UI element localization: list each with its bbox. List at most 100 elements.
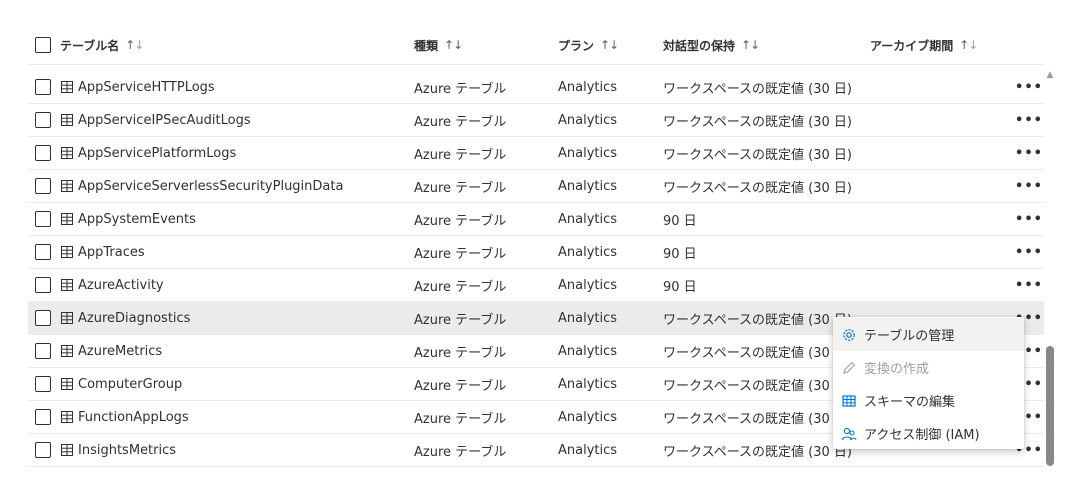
table-name-cell[interactable]: InsightsMetrics xyxy=(61,434,176,466)
row-checkbox-cell[interactable] xyxy=(35,269,51,301)
row-checkbox[interactable] xyxy=(35,310,51,326)
table-row[interactable]: AppTraces Azure テーブル Analytics 90 日 ••• xyxy=(28,236,1044,269)
table-row[interactable]: AppSystemEvents Azure テーブル Analytics 90 日 ••… xyxy=(28,203,1044,236)
more-options-icon[interactable]: ••• xyxy=(1015,269,1042,301)
row-checkbox[interactable] xyxy=(35,244,51,260)
table-icon xyxy=(61,444,73,456)
more-options-icon[interactable]: ••• xyxy=(1015,170,1042,202)
table-name-cell[interactable]: AppServiceHTTPLogs xyxy=(61,71,215,103)
type-cell: Azure テーブル xyxy=(414,147,507,163)
row-checkbox[interactable] xyxy=(35,343,51,359)
retention-cell: ワークスペースの既定値 (30 日) xyxy=(663,345,853,361)
header-type-column[interactable]: 種類 ↑↓ xyxy=(414,26,463,64)
type-cell: Azure テーブル xyxy=(414,312,507,328)
people-icon xyxy=(841,426,857,442)
table-name: AppTraces xyxy=(78,244,145,260)
plan-cell: Analytics xyxy=(558,211,618,227)
sort-icon[interactable]: ↑↓ xyxy=(125,38,144,52)
type-cell: Azure テーブル xyxy=(414,114,507,130)
table-row[interactable]: AzureActivity Azure テーブル Analytics 90 日 ••• xyxy=(28,269,1044,302)
table-icon xyxy=(61,180,73,192)
more-options-icon[interactable]: ••• xyxy=(1015,104,1042,136)
header-archive-column[interactable]: アーカイブ期間 ↑↓ xyxy=(870,26,978,64)
table-name-cell[interactable]: AppServicePlatformLogs xyxy=(61,137,236,169)
table-name-cell[interactable]: AzureActivity xyxy=(61,269,164,301)
table-name-cell[interactable]: AppServiceServerlessSecurityPluginData xyxy=(61,170,343,202)
header-retention-column[interactable]: 対話型の保持 ↑↓ xyxy=(663,26,760,64)
type-cell: Azure テーブル xyxy=(414,378,507,394)
type-cell: Azure テーブル xyxy=(414,411,507,427)
header-plan-column[interactable]: プラン ↑↓ xyxy=(558,26,619,64)
row-checkbox-cell[interactable] xyxy=(35,335,51,367)
row-checkbox-cell[interactable] xyxy=(35,368,51,400)
plan-cell: Analytics xyxy=(558,442,618,458)
table-name: AppServicePlatformLogs xyxy=(78,145,237,161)
sort-icon[interactable]: ↑↓ xyxy=(444,38,463,52)
row-checkbox-cell[interactable] xyxy=(35,203,51,235)
table-row[interactable]: AppServiceHTTPLogs Azure テーブル Analytics ワーク… xyxy=(28,71,1044,104)
menu-item-access-control[interactable]: アクセス制御 (IAM) xyxy=(833,417,1024,450)
menu-item-manage-table[interactable]: テーブルの管理 xyxy=(833,318,1024,351)
vertical-scrollbar[interactable] xyxy=(1046,346,1054,466)
row-checkbox-cell[interactable] xyxy=(35,434,51,466)
table-name: AzureMetrics xyxy=(78,343,163,359)
sort-icon[interactable]: ↑↓ xyxy=(959,38,978,52)
table-row[interactable]: AppServicePlatformLogs Azure テーブル Analytic… xyxy=(28,137,1044,170)
row-checkbox-cell[interactable] xyxy=(35,401,51,433)
row-checkbox[interactable] xyxy=(35,442,51,458)
type-cell: Azure テーブル xyxy=(414,444,507,460)
table-name-cell[interactable]: AppSystemEvents xyxy=(61,203,196,235)
sort-icon[interactable]: ↑↓ xyxy=(600,38,619,52)
table-name-cell[interactable]: ComputerGroup xyxy=(61,368,182,400)
row-checkbox[interactable] xyxy=(35,79,51,95)
retention-cell: ワークスペースの既定値 (30 日) xyxy=(663,444,853,460)
header-retention-label: 対話型の保持 xyxy=(663,38,736,53)
row-checkbox-cell[interactable] xyxy=(35,170,51,202)
row-checkbox[interactable] xyxy=(35,112,51,128)
plan-cell: Analytics xyxy=(558,409,618,425)
table-name-cell[interactable]: AzureDiagnostics xyxy=(61,302,190,334)
retention-cell: 90 日 xyxy=(663,246,697,262)
menu-item-label: スキーマの編集 xyxy=(864,395,956,410)
more-options-icon[interactable]: ••• xyxy=(1015,71,1042,103)
retention-cell: ワークスペースの既定値 (30 日) xyxy=(663,312,853,328)
row-checkbox-cell[interactable] xyxy=(35,302,51,334)
row-checkbox[interactable] xyxy=(35,277,51,293)
row-checkbox[interactable] xyxy=(35,178,51,194)
plan-cell: Analytics xyxy=(558,310,618,326)
row-checkbox[interactable] xyxy=(35,211,51,227)
select-all-checkbox[interactable] xyxy=(35,37,51,53)
table-name-cell[interactable]: FunctionAppLogs xyxy=(61,401,189,433)
row-checkbox[interactable] xyxy=(35,409,51,425)
row-checkbox-cell[interactable] xyxy=(35,104,51,136)
type-cell: Azure テーブル xyxy=(414,279,507,295)
table-name: AppSystemEvents xyxy=(78,211,196,227)
table-name-cell[interactable]: AppTraces xyxy=(61,236,145,268)
type-cell: Azure テーブル xyxy=(414,81,507,97)
table-row[interactable]: AppServiceIPSecAuditLogs Azure テーブル Analyt… xyxy=(28,104,1044,137)
row-checkbox-cell[interactable] xyxy=(35,71,51,103)
gear-icon xyxy=(841,327,857,343)
row-checkbox-cell[interactable] xyxy=(35,236,51,268)
table-icon xyxy=(61,378,73,390)
table-name-cell[interactable]: AppServiceIPSecAuditLogs xyxy=(61,104,251,136)
plan-cell: Analytics xyxy=(558,79,618,95)
more-options-icon[interactable]: ••• xyxy=(1015,236,1042,268)
row-checkbox-cell[interactable] xyxy=(35,137,51,169)
row-checkbox[interactable] xyxy=(35,376,51,392)
table-row[interactable]: AppServiceServerlessSecurityPluginData Az… xyxy=(28,170,1044,203)
scroll-up-arrow-icon[interactable]: ▲ xyxy=(1045,70,1055,80)
more-options-icon[interactable]: ••• xyxy=(1015,203,1042,235)
retention-cell: ワークスペースの既定値 (30 日) xyxy=(663,114,853,130)
plan-cell: Analytics xyxy=(558,343,618,359)
table-name: InsightsMetrics xyxy=(78,442,177,458)
table-name-cell[interactable]: AzureMetrics xyxy=(61,335,162,367)
more-options-icon[interactable]: ••• xyxy=(1015,137,1042,169)
header-name-column[interactable]: テーブル名 ↑↓ xyxy=(35,26,144,64)
menu-item-edit-schema[interactable]: スキーマの編集 xyxy=(833,384,1024,417)
table-icon xyxy=(61,114,73,126)
table-icon xyxy=(61,213,73,225)
row-checkbox[interactable] xyxy=(35,145,51,161)
sort-icon[interactable]: ↑↓ xyxy=(741,38,760,52)
plan-cell: Analytics xyxy=(558,112,618,128)
